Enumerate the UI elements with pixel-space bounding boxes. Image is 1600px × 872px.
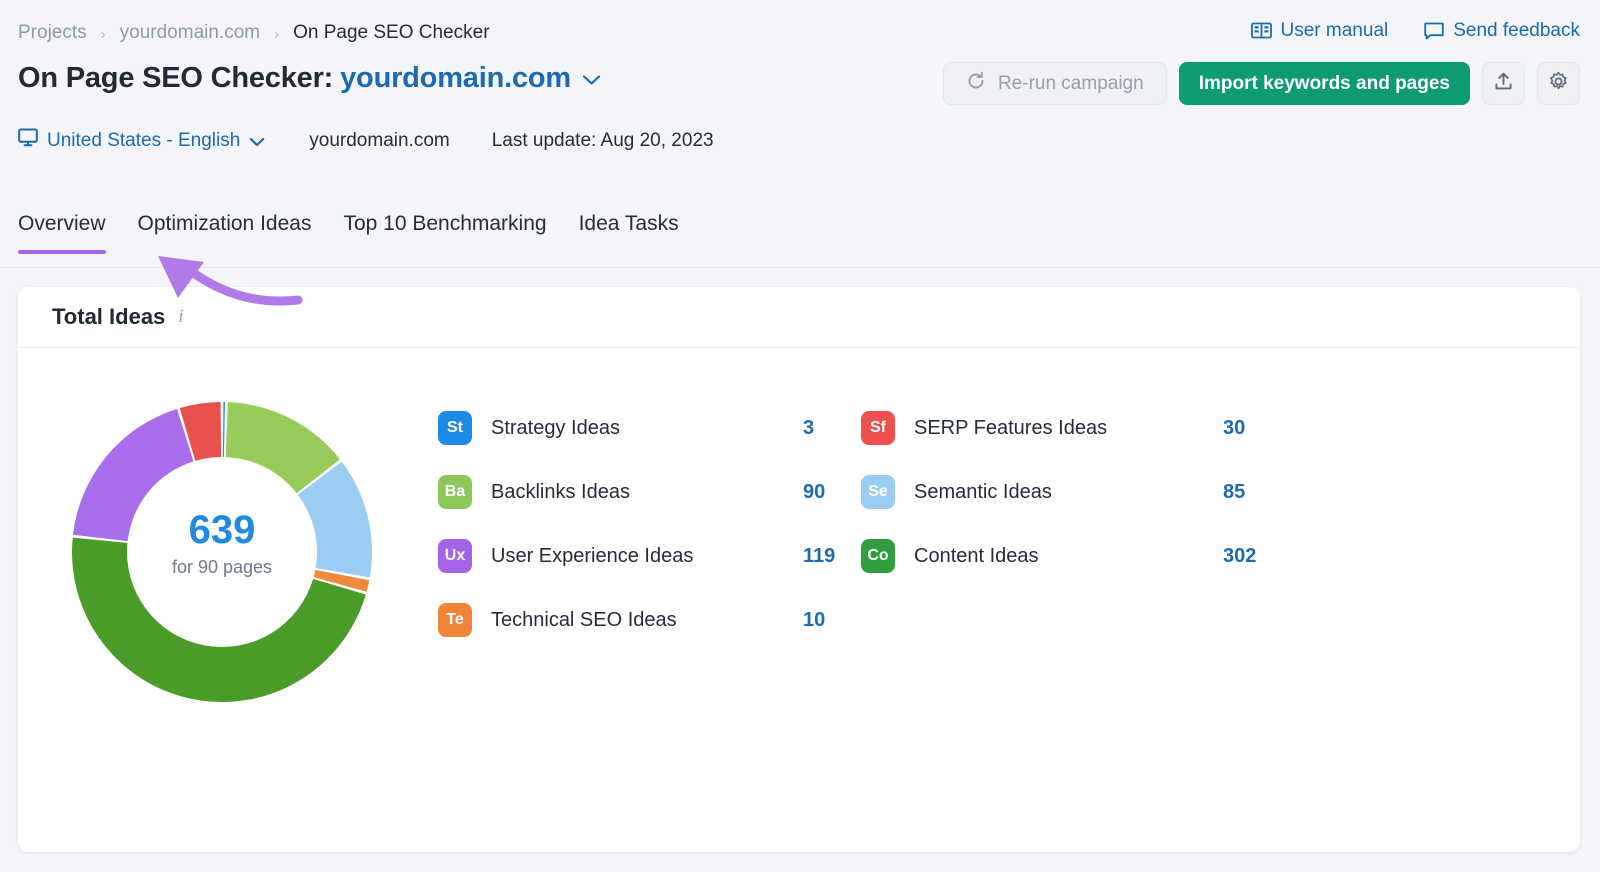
legend-value[interactable]: 119: [803, 545, 861, 568]
legend-label: Backlinks Ideas: [491, 481, 630, 504]
strategy-ideas-badge-icon: St: [438, 411, 472, 445]
total-ideas-donut-chart: 639 for 90 pages: [68, 398, 376, 706]
legend-value[interactable]: 302: [1223, 545, 1281, 568]
list-item[interactable]: Ba Backlinks Ideas 90: [438, 460, 861, 524]
main-tabs: Overview Optimization Ideas Top 10 Bench…: [18, 212, 679, 254]
legend-label: Content Ideas: [914, 545, 1039, 568]
last-update-label: Last update: Aug 20, 2023: [492, 130, 714, 152]
page-title-prefix: On Page SEO Checker:: [18, 62, 333, 94]
semantic-ideas-badge-icon: Se: [861, 475, 895, 509]
tabs-divider: [0, 267, 1600, 268]
monitor-icon: [18, 128, 38, 153]
tab-top-10-benchmarking[interactable]: Top 10 Benchmarking: [343, 212, 546, 254]
re-run-campaign-button[interactable]: Re-run campaign: [943, 62, 1167, 105]
legend-value[interactable]: 30: [1223, 417, 1281, 440]
legend-value[interactable]: 85: [1223, 481, 1281, 504]
import-keywords-and-pages-label: Import keywords and pages: [1199, 73, 1450, 95]
breadcrumb-separator: ›: [101, 27, 106, 42]
user-manual-link[interactable]: User manual: [1251, 20, 1389, 42]
chevron-down-icon[interactable]: [582, 73, 601, 91]
import-keywords-and-pages-button[interactable]: Import keywords and pages: [1179, 62, 1470, 105]
page-title-row: On Page SEO Checker:yourdomain.com: [18, 62, 601, 95]
donut-svg: [68, 398, 376, 706]
page-title: On Page SEO Checker:yourdomain.com: [18, 62, 571, 95]
settings-button[interactable]: [1537, 62, 1580, 105]
refresh-icon: [966, 71, 986, 97]
breadcrumb-item-projects[interactable]: Projects: [18, 22, 87, 44]
user-manual-label: User manual: [1281, 20, 1389, 42]
card-title: Total Ideas: [52, 304, 165, 330]
locale-selector[interactable]: United States - English: [18, 128, 265, 153]
list-item[interactable]: Sf SERP Features Ideas 30: [861, 396, 1281, 460]
export-button[interactable]: [1482, 62, 1525, 105]
legend-label: Strategy Ideas: [491, 417, 620, 440]
info-icon[interactable]: i: [178, 306, 183, 328]
content-ideas-badge-icon: Co: [861, 539, 895, 573]
header-actions: Re-run campaign Import keywords and page…: [943, 62, 1580, 105]
legend-value[interactable]: 3: [803, 417, 861, 440]
meta-row: United States - English yourdomain.com L…: [18, 128, 714, 153]
technical-seo-ideas-badge-icon: Te: [438, 603, 472, 637]
breadcrumb: Projects › yourdomain.com › On Page SEO …: [18, 22, 490, 44]
locale-label: United States - English: [47, 130, 240, 152]
send-feedback-label: Send feedback: [1453, 20, 1580, 42]
on-page-seo-checker-screen: Projects › yourdomain.com › On Page SEO …: [0, 0, 1600, 872]
ideas-legend-column-1: St Strategy Ideas 3 Ba Backlinks Ideas 9…: [438, 396, 861, 652]
breadcrumb-item-current: On Page SEO Checker: [293, 22, 489, 44]
total-ideas-card-body: 639 for 90 pages St Strategy Ideas 3 Ba …: [18, 348, 1580, 851]
donut-segment[interactable]: [73, 409, 194, 541]
list-item[interactable]: Se Semantic Ideas 85: [861, 460, 1281, 524]
list-item[interactable]: St Strategy Ideas 3: [438, 396, 861, 460]
meta-domain: yourdomain.com: [309, 130, 449, 152]
tab-overview[interactable]: Overview: [18, 212, 106, 254]
ideas-legend-column-2: Sf SERP Features Ideas 30 Se Semantic Id…: [861, 396, 1281, 652]
legend-label: Semantic Ideas: [914, 481, 1052, 504]
total-ideas-card: Total Ideas i 639 for 90 pages St S: [18, 287, 1580, 852]
total-ideas-card-header: Total Ideas i: [18, 287, 1580, 348]
tab-idea-tasks[interactable]: Idea Tasks: [579, 212, 679, 254]
book-icon: [1251, 22, 1272, 41]
breadcrumb-item-domain[interactable]: yourdomain.com: [120, 22, 260, 44]
list-item[interactable]: Ux User Experience Ideas 119: [438, 524, 861, 588]
re-run-campaign-label: Re-run campaign: [998, 73, 1144, 95]
serp-features-ideas-badge-icon: Sf: [861, 411, 895, 445]
speech-bubble-icon: [1424, 22, 1444, 41]
legend-value[interactable]: 90: [803, 481, 861, 504]
list-item[interactable]: Co Content Ideas 302: [861, 524, 1281, 588]
page-title-domain[interactable]: yourdomain.com: [340, 62, 571, 94]
legend-label: SERP Features Ideas: [914, 417, 1107, 440]
ideas-legend: St Strategy Ideas 3 Ba Backlinks Ideas 9…: [438, 396, 1281, 652]
legend-value[interactable]: 10: [803, 609, 861, 632]
list-item[interactable]: Te Technical SEO Ideas 10: [438, 588, 861, 652]
gear-icon: [1548, 71, 1569, 97]
send-feedback-link[interactable]: Send feedback: [1424, 20, 1580, 42]
tab-optimization-ideas[interactable]: Optimization Ideas: [138, 212, 312, 254]
upload-icon: [1493, 71, 1514, 97]
donut-segment[interactable]: [223, 402, 225, 457]
breadcrumb-separator: ›: [274, 27, 279, 42]
user-experience-ideas-badge-icon: Ux: [438, 539, 472, 573]
header-utility-links: User manual Send feedback: [1251, 20, 1580, 42]
backlinks-ideas-badge-icon: Ba: [438, 475, 472, 509]
chevron-down-icon: [249, 131, 265, 153]
legend-label: Technical SEO Ideas: [491, 609, 677, 632]
legend-label: User Experience Ideas: [491, 545, 693, 568]
